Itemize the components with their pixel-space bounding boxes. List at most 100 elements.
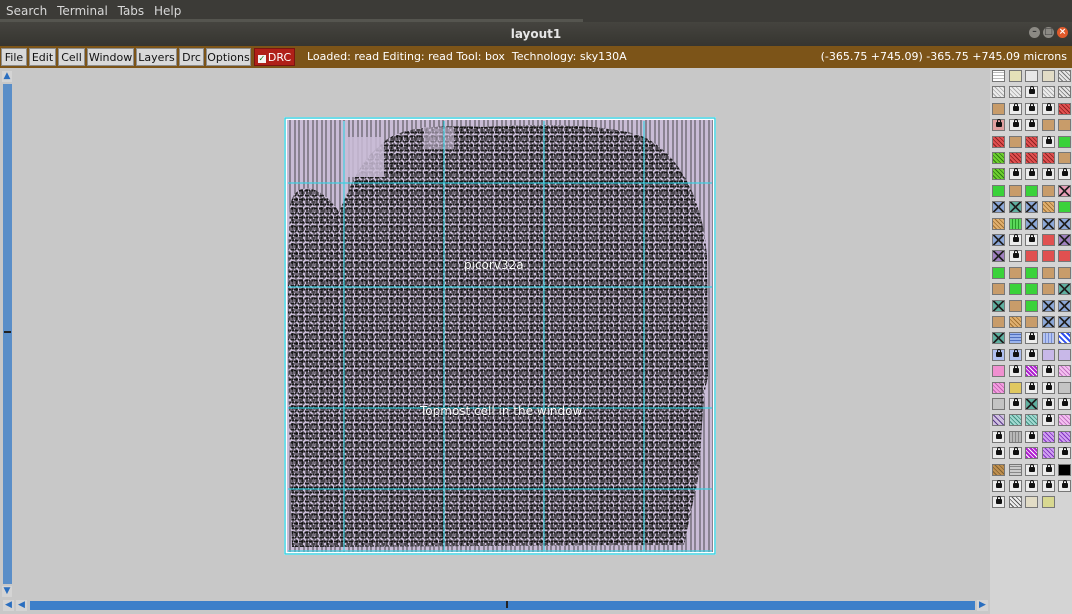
layer-swatch-green[interactable] — [1008, 283, 1022, 296]
layer-swatch-x-blue[interactable] — [1025, 201, 1038, 214]
layer-swatch-green-hatch[interactable] — [992, 168, 1005, 181]
layer-swatch-lock[interactable] — [1041, 102, 1055, 115]
layer-swatch-hatch[interactable] — [1058, 70, 1071, 82]
layer-swatch-green[interactable] — [1058, 201, 1071, 214]
layer-swatch-lock[interactable] — [1025, 86, 1038, 99]
layer-swatch-x-purple[interactable] — [992, 250, 1005, 263]
layer-swatch-green[interactable] — [1025, 184, 1038, 197]
layer-swatch-lock[interactable] — [1025, 480, 1038, 492]
file-button[interactable]: File — [1, 48, 27, 66]
layer-swatch-lock[interactable] — [1025, 348, 1038, 361]
layer-swatch-red-hatch[interactable] — [1025, 135, 1038, 148]
layer-swatch-x-blue[interactable] — [992, 201, 1005, 214]
horizontal-scroll-thumb[interactable] — [506, 601, 508, 608]
layer-swatch-lock[interactable] — [1025, 119, 1038, 132]
layer-swatch-tan[interactable] — [1008, 184, 1022, 197]
layer-swatch-blue-check[interactable] — [1058, 332, 1071, 345]
layer-swatch-lock[interactable] — [1008, 102, 1022, 115]
layer-swatch-tan[interactable] — [1025, 316, 1038, 328]
drc-menu-button[interactable]: Drc — [179, 48, 204, 66]
layer-swatch-tan[interactable] — [1041, 283, 1055, 296]
scroll-left-icon[interactable]: ◀ — [3, 600, 14, 611]
layer-swatch-green[interactable] — [1025, 283, 1038, 296]
layer-swatch-green[interactable] — [1025, 266, 1038, 279]
layer-swatch-x-pink[interactable] — [1058, 184, 1071, 197]
layer-swatch-red[interactable] — [1041, 234, 1055, 246]
layer-swatch-green[interactable] — [992, 184, 1005, 197]
layer-swatch-lock[interactable] — [1025, 463, 1038, 476]
layer-swatch-purple-check[interactable] — [1025, 447, 1038, 460]
layer-swatch-lavender[interactable] — [1041, 348, 1055, 361]
maximize-icon[interactable]: □ — [1043, 27, 1054, 38]
layer-swatch-gray[interactable] — [1058, 381, 1071, 394]
vertical-scroll-thumb[interactable] — [4, 331, 11, 333]
layer-swatch-purple-hatch[interactable] — [1041, 447, 1055, 460]
layer-swatch-lock[interactable] — [1041, 463, 1055, 476]
layer-swatch-x-blue[interactable] — [1058, 217, 1071, 230]
layer-swatch-lock[interactable] — [1058, 168, 1071, 181]
layer-swatch-diag[interactable] — [1008, 496, 1022, 509]
layer-swatch-tan[interactable] — [1058, 152, 1071, 164]
layer-swatch-tan[interactable] — [1041, 266, 1055, 279]
vertical-scroll-track[interactable] — [3, 84, 12, 584]
horizontal-scrollbar[interactable]: ◀ ◀ ▶ — [0, 598, 990, 614]
layer-swatch-lock[interactable] — [1025, 381, 1038, 394]
layers-button[interactable]: Layers — [136, 48, 177, 66]
layer-swatch-lock[interactable] — [1041, 480, 1055, 492]
layer-swatch-x-blue[interactable] — [1025, 217, 1038, 230]
layer-swatch-hatch-light[interactable] — [1041, 86, 1055, 99]
layer-swatch-tan[interactable] — [1041, 184, 1055, 197]
layer-swatch-beige[interactable] — [1025, 496, 1038, 509]
layer-swatch-x-blue[interactable] — [1041, 316, 1055, 328]
layer-swatch-tan[interactable] — [1008, 299, 1022, 312]
layer-swatch-blue-dots[interactable] — [1041, 332, 1055, 345]
layer-swatch-lock[interactable] — [992, 447, 1005, 460]
layer-swatch-gray-lines[interactable] — [1008, 463, 1022, 476]
layer-swatch-lock[interactable] — [1058, 447, 1071, 460]
layer-swatch-green[interactable] — [1025, 299, 1038, 312]
layer-swatch-x-blue[interactable] — [1058, 299, 1071, 312]
drc-toggle[interactable]: ✓ DRC — [254, 48, 295, 66]
scroll-left-end-icon[interactable]: ◀ — [16, 600, 27, 611]
chip-layout[interactable] — [284, 117, 716, 555]
layer-swatch-x-blue[interactable] — [1058, 316, 1071, 328]
layer-swatch-red-hatch[interactable] — [992, 135, 1005, 148]
layer-swatch-tan-hatch[interactable] — [1041, 201, 1055, 214]
layer-swatch-tan-check[interactable] — [992, 463, 1005, 476]
layer-swatch-lock[interactable] — [1008, 447, 1022, 460]
layer-swatch-lock[interactable] — [1041, 168, 1055, 181]
cell-button[interactable]: Cell — [58, 48, 85, 66]
layer-swatch-green[interactable] — [1058, 135, 1071, 148]
layer-swatch-green-hatch[interactable] — [992, 152, 1005, 164]
layer-swatch-pink-hatch[interactable] — [992, 381, 1005, 394]
layer-swatch-red-hatch[interactable] — [1008, 152, 1022, 164]
layer-swatch-lock[interactable] — [1008, 250, 1022, 263]
scroll-right-icon[interactable]: ▶ — [977, 600, 988, 611]
layer-swatch-lock[interactable] — [1058, 480, 1071, 492]
layer-swatch-lavender[interactable] — [1058, 348, 1071, 361]
layer-swatch-lock[interactable] — [1025, 332, 1038, 345]
layer-swatch-tan[interactable] — [1008, 135, 1022, 148]
close-icon[interactable]: × — [1057, 27, 1068, 38]
layer-swatch-tan[interactable] — [992, 316, 1005, 328]
layer-swatch-lock[interactable] — [1025, 234, 1038, 246]
layer-swatch-gray-dots[interactable] — [1008, 430, 1022, 443]
layer-swatch-tan[interactable] — [1058, 119, 1071, 132]
layer-swatch-green-dots[interactable] — [1008, 217, 1022, 230]
layer-swatch-lock[interactable] — [1041, 381, 1055, 394]
layer-swatch-lock[interactable] — [1008, 119, 1022, 132]
layer-swatch-red-hatch[interactable] — [1058, 102, 1071, 115]
layer-swatch-tan[interactable] — [992, 102, 1005, 115]
options-button[interactable]: Options — [206, 48, 251, 66]
layer-swatch-lock[interactable] — [1041, 135, 1055, 148]
layer-swatch-black[interactable] — [1058, 463, 1071, 476]
layer-swatch-tan[interactable] — [1041, 119, 1055, 132]
layer-swatch-lock[interactable] — [1041, 365, 1055, 378]
layer-swatch-hatch[interactable] — [1058, 86, 1071, 99]
layer-swatch-red-hatch[interactable] — [1041, 152, 1055, 164]
layer-swatch-lock-red[interactable] — [992, 119, 1005, 132]
layer-swatch-x-blue[interactable] — [1041, 299, 1055, 312]
layer-swatch-lock-blue[interactable] — [1008, 348, 1022, 361]
layer-swatch-lock[interactable] — [1008, 234, 1022, 246]
layer-swatch-tan[interactable] — [1058, 266, 1071, 279]
